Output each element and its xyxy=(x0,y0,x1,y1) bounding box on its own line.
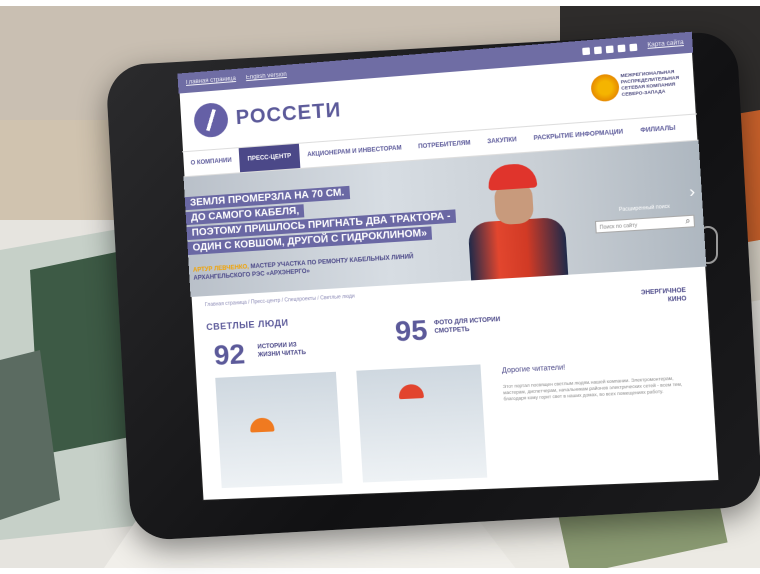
stat-stories-label: ИСТОРИИ ИЗ ЖИЗНИ ЧИТАТЬ xyxy=(257,342,307,359)
stat-photos-number: 95 xyxy=(394,313,429,348)
nav-item-consumers: ПОТРЕБИТЕЛЯМ xyxy=(417,140,471,151)
stat-stories-number: 92 xyxy=(212,338,246,371)
tablet-screen: Главная страница English version Карта с… xyxy=(177,31,720,501)
hero-quote: ЗЕМЛЯ ПРОМЕРЗЛА НА 70 СМ. ДО САМОГО КАБЕ… xyxy=(184,179,457,257)
letter-title: Дорогие читатели! xyxy=(501,364,566,375)
search-input: Поиск по сайту xyxy=(594,214,696,234)
emblem-icon xyxy=(590,73,620,103)
stat-photos: 95 ФОТО ДЛЯ ИСТОРИИ СМОТРЕТЬ xyxy=(394,313,500,348)
logo-text: РОССЕТИ xyxy=(235,98,342,129)
search-icon: ⌕ xyxy=(685,215,691,226)
worker-photo xyxy=(458,158,575,285)
page-content: СВЕТЛЫЕ ЛЮДИ 92 ИСТОРИИ ИЗ ЖИЗНИ ЧИТАТЬ … xyxy=(192,287,720,501)
emblem-text: МЕЖРЕГИОНАЛЬНАЯ РАСПРЕДЕЛИТЕЛЬНАЯ СЕТЕВА… xyxy=(620,68,680,97)
nav-item-purchases: ЗАКУПКИ xyxy=(487,137,517,146)
sitemap-link: Карта сайта xyxy=(647,39,684,49)
nav-item-press: ПРЕСС-ЦЕНТР xyxy=(238,143,300,173)
stat-photos-label: ФОТО ДЛЯ ИСТОРИИ СМОТРЕТЬ xyxy=(433,316,501,335)
stat-video: ЭНЕРГИЧНОЕ КИНО xyxy=(640,287,687,304)
nav-item-company: О КОМПАНИИ xyxy=(190,157,232,167)
hero-caption: АРТУР ЛЕВЧЕНКО, МАСТЕР УЧАСТКА ПО РЕМОНТ… xyxy=(193,252,437,283)
social-icons xyxy=(581,43,637,55)
search-label: Расширенный поиск xyxy=(618,203,671,214)
chevron-right-icon: › xyxy=(688,183,696,202)
photo: Главная страница English version Карта с… xyxy=(0,0,760,574)
letter-body: Этот портал посвящен светлым людям нашей… xyxy=(502,375,683,402)
stat-stories: 92 ИСТОРИИ ИЗ ЖИЗНИ ЧИТАТЬ xyxy=(212,338,306,372)
tablet: Главная страница English version Карта с… xyxy=(0,0,760,574)
home-link: Главная страница xyxy=(185,75,237,86)
rosseti-logo-icon xyxy=(193,101,229,139)
english-link: English version xyxy=(245,71,287,82)
story-card-2 xyxy=(356,364,488,483)
story-card-1 xyxy=(215,371,343,489)
nav-item-branches: ФИЛИАЛЫ xyxy=(640,125,676,135)
